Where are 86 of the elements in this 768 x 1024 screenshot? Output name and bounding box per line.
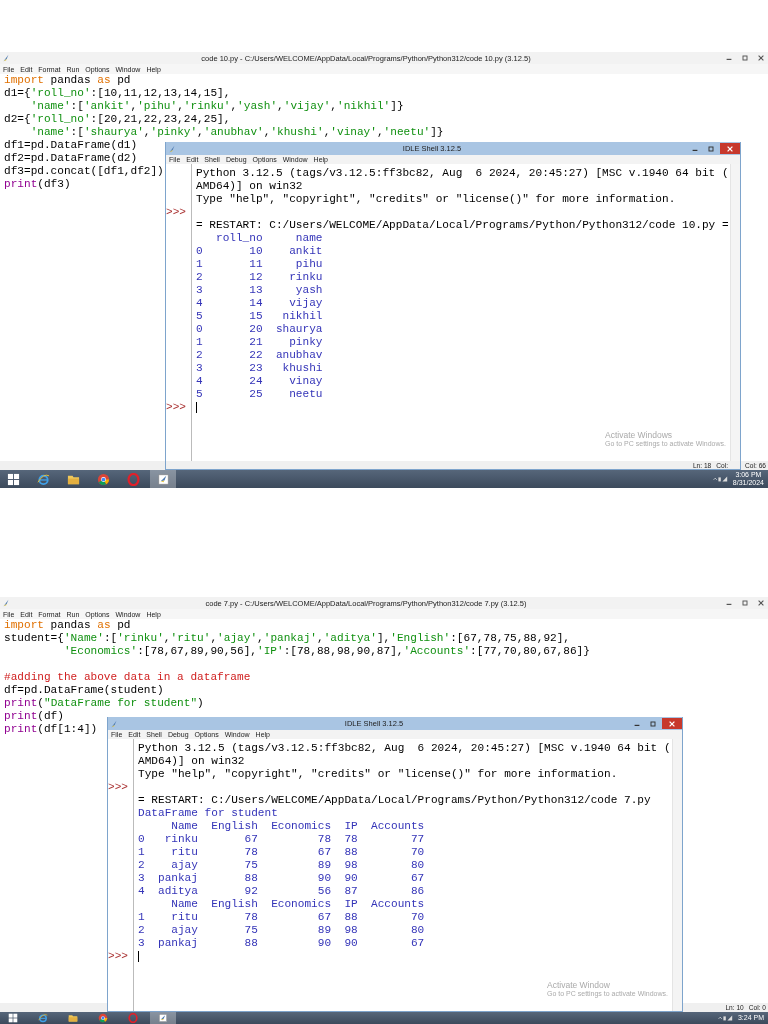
tray-icons[interactable] xyxy=(715,1014,734,1022)
windows-logo-icon xyxy=(8,1013,18,1023)
shell-line: 0 10 ankit xyxy=(196,245,323,258)
shell-line: 2 ajay 75 89 98 80 xyxy=(138,924,425,937)
browser-e-icon xyxy=(36,472,50,486)
shell-line: Type "help", "copyright", "credits" or "license()" for more information. xyxy=(196,193,676,206)
shell-line: Name English Economics IP Accounts xyxy=(170,898,425,911)
code-line: print(df) xyxy=(4,710,64,723)
close-button[interactable] xyxy=(662,718,682,729)
python-feather-icon xyxy=(110,719,118,728)
activation-watermark: Activate Windows xyxy=(605,430,674,440)
code-line: df=pd.DataFrame(student) xyxy=(4,684,164,697)
close-icon xyxy=(757,599,765,607)
activation-watermark: Activate Window xyxy=(547,980,611,990)
shell-line: = RESTART: C:/Users/WELCOME/AppData/Local/Programs/Python/Python312/code 10.py = xyxy=(196,219,729,232)
shell-prompt: >>> xyxy=(108,950,128,963)
scrollbar[interactable] xyxy=(730,164,740,461)
close-button[interactable] xyxy=(720,143,740,154)
chrome-logo-icon xyxy=(98,1013,108,1023)
shell-line: Type "help", "copyright", "credits" or "license()" for more information. xyxy=(138,768,618,781)
folder-icon xyxy=(68,1013,78,1023)
close-icon xyxy=(726,144,734,153)
shell-line: DataFrame for student xyxy=(138,807,278,820)
shell-line: 3 13 yash xyxy=(196,284,323,297)
taskbar-button[interactable] xyxy=(150,1012,176,1024)
browser-e-icon xyxy=(38,1013,48,1023)
taskbar-button[interactable] xyxy=(150,470,176,488)
code-line: print(df[1:4]) xyxy=(4,723,98,736)
close-icon xyxy=(668,719,676,728)
shell-prompt: >>> xyxy=(108,781,128,794)
python-feather-icon xyxy=(2,54,10,62)
code-line: df2=pd.DataFrame(d2) xyxy=(4,152,138,165)
shell-line: 0 rinku 67 78 78 77 xyxy=(138,833,425,846)
code-line: 'Economics':[78,67,89,90,56],'IP':[78,88,98,90,87],'Accounts':[77,70,80,67,86]} xyxy=(62,645,590,658)
code-line: import pandas as pd xyxy=(4,619,131,632)
shell-line: 2 22 anubhav xyxy=(196,349,323,362)
shell-line: 1 ritu 78 67 88 70 xyxy=(138,911,425,924)
shell-line: 5 25 neetu xyxy=(196,388,323,401)
python-feather-icon xyxy=(2,599,10,607)
shell-line: 0 20 shaurya xyxy=(196,323,323,336)
shell-prompt: >>> xyxy=(166,206,186,219)
restore-icon xyxy=(741,599,749,607)
restore-icon xyxy=(649,719,657,728)
shell-line: 2 12 rinku xyxy=(196,271,323,284)
scrollbar[interactable] xyxy=(672,739,682,1011)
restore-icon xyxy=(707,144,715,153)
tray-icons[interactable] xyxy=(710,475,729,483)
shell-line: = RESTART: C:/Users/WELCOME/AppData/Local/Programs/Python/Python312/code 7.py xyxy=(138,794,651,807)
shell-line: 3 23 khushi xyxy=(196,362,323,375)
code-line: print(df3) xyxy=(4,178,71,191)
code-line: df1=pd.DataFrame(d1) xyxy=(4,139,138,152)
shell-prompt: >>> xyxy=(166,401,186,414)
code-line: df3=pd.concat([df1,df2]) xyxy=(4,165,164,178)
shell-line: Name English Economics IP Accounts xyxy=(170,820,425,833)
code-line: 'name':['shaurya','pinky','anubhav','khushi','vinay','neetu']} xyxy=(29,126,444,139)
code-line: d2={'roll_no':[20,21,22,23,24,25], xyxy=(4,113,231,126)
shell-line: 1 21 pinky xyxy=(196,336,323,349)
code-line: d1={'roll_no':[10,11,12,13,14,15], xyxy=(4,87,231,100)
opera-logo-icon xyxy=(128,1013,138,1023)
code-line: print("DataFrame for student") xyxy=(4,697,204,710)
close-icon xyxy=(757,54,765,62)
shell-line: 4 14 vijay xyxy=(196,297,323,310)
restore-icon xyxy=(741,54,749,62)
shell-line: 1 11 pihu xyxy=(196,258,323,271)
code-line: 'name':['ankit','pihu','rinku','yash','vijay','nikhil']} xyxy=(29,100,404,113)
shell-line: Python 3.12.5 (tags/v3.12.5:ff3bc82, Aug 6 2024, 20:45:27) [MSC v.1940 64 bit ( xyxy=(196,167,729,180)
code-line: import pandas as pd xyxy=(4,74,131,87)
shell-line: Python 3.12.5 (tags/v3.12.5:ff3bc82, Aug 6 2024, 20:45:27) [MSC v.1940 64 bit ( xyxy=(138,742,671,755)
code-line: #adding the above data in a dataframe xyxy=(4,671,251,684)
windows-logo-icon xyxy=(6,472,20,486)
shell-line: 3 pankaj 88 90 90 67 xyxy=(138,872,425,885)
opera-logo-icon xyxy=(126,472,140,486)
code-line: student={'Name':['rinku','ritu','ajay','pankaj','aditya'],'English':[67,78,75,88,92], xyxy=(4,632,571,645)
shell-line: 4 24 vinay xyxy=(196,375,323,388)
shell-line: 5 15 nikhil xyxy=(196,310,323,323)
shell-line: AMD64)] on win32 xyxy=(138,755,245,768)
python-idle-icon xyxy=(156,472,170,486)
chrome-logo-icon xyxy=(96,472,110,486)
shell-line: roll_no name xyxy=(214,232,323,245)
shell-line: 4 aditya 92 56 87 86 xyxy=(138,885,425,898)
shell-line: 3 pankaj 88 90 90 67 xyxy=(138,937,425,950)
shell-line: 1 ritu 78 67 88 70 xyxy=(138,846,425,859)
python-feather-icon xyxy=(168,144,176,153)
shell-line: AMD64)] on win32 xyxy=(196,180,303,193)
python-idle-icon xyxy=(158,1013,168,1023)
shell-line: 2 ajay 75 89 98 80 xyxy=(138,859,425,872)
